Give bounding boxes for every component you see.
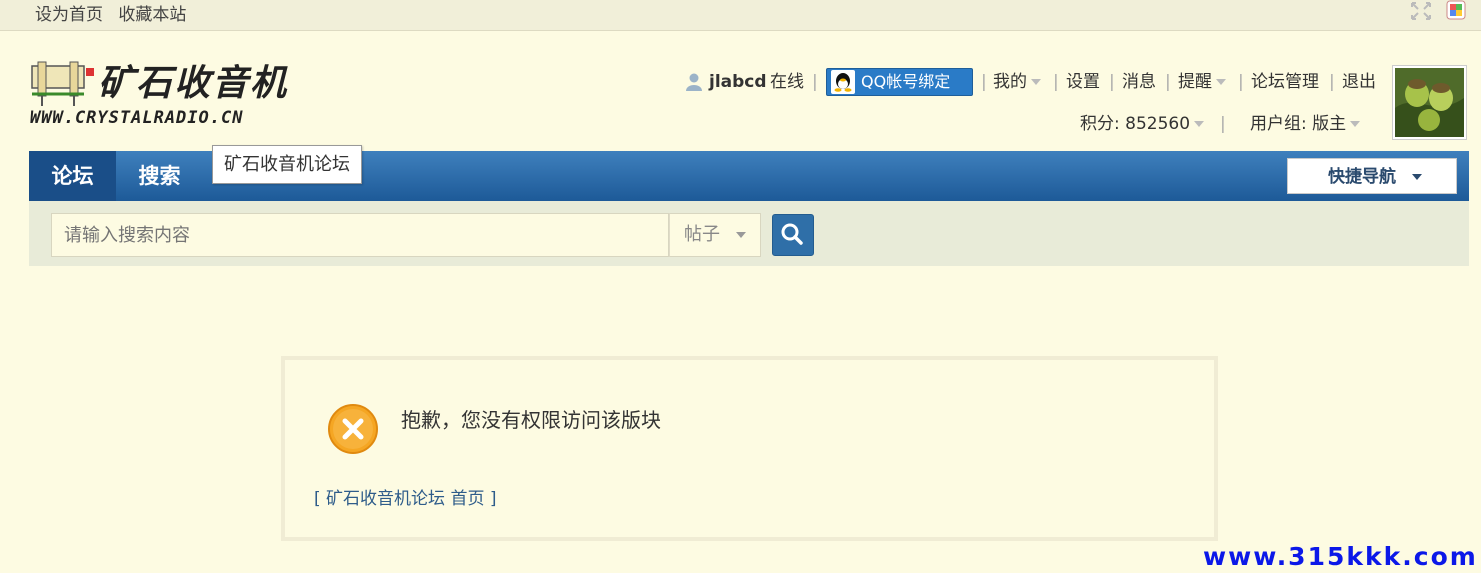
search-button[interactable] xyxy=(772,214,814,256)
radio-logo-icon xyxy=(31,61,94,106)
reminders-label: 提醒 xyxy=(1178,72,1212,92)
top-links: 设为首页 收藏本站 xyxy=(35,0,196,25)
palette-icon[interactable] xyxy=(1446,0,1466,20)
watermark-text: www.315kkk.com xyxy=(1203,542,1478,571)
separator: | xyxy=(1220,114,1226,134)
top-bar: 设为首页 收藏本站 xyxy=(0,0,1481,31)
quick-nav-button[interactable]: 快捷导航 xyxy=(1287,158,1457,194)
separator: | xyxy=(1238,72,1244,92)
separator: | xyxy=(1109,72,1115,92)
settings-link[interactable]: 设置 xyxy=(1066,68,1100,96)
forum-admin-link[interactable]: 论坛管理 xyxy=(1251,68,1319,96)
mine-label: 我的 xyxy=(993,72,1027,92)
error-message: 抱歉，您没有权限访问该版块 xyxy=(401,408,661,432)
chevron-down-icon xyxy=(1031,79,1041,85)
bookmark-link[interactable]: 收藏本站 xyxy=(118,5,186,25)
search-type-label: 帖子 xyxy=(684,224,720,245)
search-icon xyxy=(781,223,803,245)
chevron-down-icon xyxy=(1194,121,1205,127)
usergroup-label: 用户组: 版主 xyxy=(1250,114,1347,134)
expand-icon[interactable] xyxy=(1410,1,1432,21)
site-logo[interactable]: 矿石收音机 WWW.CRYSTALRADIO.CN xyxy=(28,54,300,130)
mine-menu[interactable]: 我的 xyxy=(993,68,1041,96)
chevron-down-icon xyxy=(1411,174,1422,180)
separator: | xyxy=(981,72,987,92)
quick-nav-label: 快捷导航 xyxy=(1328,167,1396,187)
separator: | xyxy=(1165,72,1171,92)
points-label: 积分: 852560 xyxy=(1080,114,1191,134)
error-icon xyxy=(328,404,378,454)
search-input[interactable] xyxy=(51,213,669,257)
search-bar: 帖子 xyxy=(29,201,1469,266)
chevron-down-icon xyxy=(1216,79,1226,85)
qq-bind-button[interactable]: QQ帐号绑定 xyxy=(826,68,973,96)
logo-title-cn: 矿石收音机 xyxy=(98,62,289,104)
online-status[interactable]: 在线 xyxy=(770,68,804,96)
points-menu[interactable]: 积分: 852560 xyxy=(1080,110,1205,138)
logo-title-en: WWW.CRYSTALRADIO.CN xyxy=(30,108,244,128)
separator: | xyxy=(1329,72,1335,92)
separator: | xyxy=(1053,72,1059,92)
user-icon xyxy=(686,73,702,91)
avatar-image xyxy=(1395,68,1464,137)
message-box: 抱歉，您没有权限访问该版块 [ 矿石收音机论坛 首页 ] xyxy=(281,356,1218,541)
qq-bind-label: QQ帐号绑定 xyxy=(861,72,951,91)
chevron-down-icon xyxy=(1350,121,1361,127)
qq-penguin-icon xyxy=(831,70,855,94)
avatar[interactable] xyxy=(1392,65,1467,140)
username-link[interactable]: jlabcd xyxy=(709,68,767,96)
chevron-down-icon xyxy=(735,232,746,238)
nav-forum[interactable]: 论坛 xyxy=(29,151,116,201)
usergroup-menu[interactable]: 用户组: 版主 xyxy=(1250,110,1361,138)
messages-link[interactable]: 消息 xyxy=(1122,68,1156,96)
reminders-menu[interactable]: 提醒 xyxy=(1178,68,1226,96)
search-type-select[interactable]: 帖子 xyxy=(669,213,761,257)
set-home-link[interactable]: 设为首页 xyxy=(35,5,103,25)
separator: | xyxy=(812,72,818,92)
forum-home-link[interactable]: [ 矿石收音机论坛 首页 ] xyxy=(314,484,496,509)
nav-tooltip: 矿石收音机论坛 xyxy=(212,145,362,184)
logout-link[interactable]: 退出 xyxy=(1342,68,1376,96)
nav-search[interactable]: 搜索 xyxy=(116,151,203,201)
